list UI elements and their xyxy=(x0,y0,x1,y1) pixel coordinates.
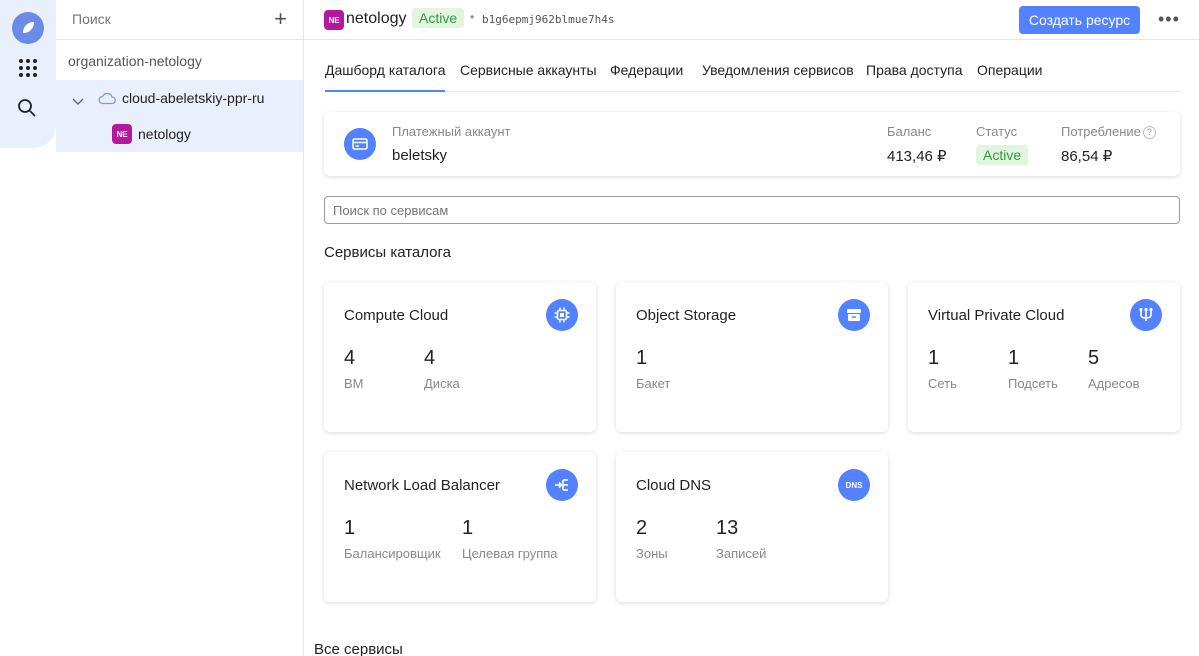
folder-id[interactable]: b1g6epmj962blmue7h4s xyxy=(482,13,614,26)
tab-bar: Дашборд каталога Сервисные аккаунты Феде… xyxy=(324,40,1180,92)
stat-vm: 4 ВМ xyxy=(344,347,364,391)
stat-target-groups: 1 Целевая группа xyxy=(462,517,558,561)
chevron-down-icon[interactable] xyxy=(72,93,84,111)
tab-service-notifications[interactable]: Уведомления сервисов xyxy=(702,62,854,78)
card-title: Cloud DNS xyxy=(636,477,712,494)
apps-grid-icon[interactable] xyxy=(19,59,37,77)
credit-card-icon xyxy=(344,128,376,160)
card-title: Network Load Balancer xyxy=(344,477,500,494)
tab-operations[interactable]: Операции xyxy=(977,62,1043,78)
cloud-name: cloud-abeletskiy-ppr-ru xyxy=(122,90,265,106)
help-icon[interactable]: ? xyxy=(1142,126,1156,139)
app-root: + organization-netology cloud-abeletskiy… xyxy=(0,0,1199,656)
stat-records: 13 Записей xyxy=(716,517,767,561)
folder-badge: NE xyxy=(112,124,132,144)
service-card-load-balancer[interactable]: Network Load Balancer 1 Балансировщик 1 Це… xyxy=(324,452,596,602)
service-card-object-storage[interactable]: Object Storage 1 Бакет xyxy=(616,282,888,432)
top-bar: NE netology Active • b1g6epmj962blmue7h4… xyxy=(304,0,1199,40)
balancer-icon xyxy=(546,469,578,501)
organization-label[interactable]: organization-netology xyxy=(68,53,202,69)
tree-item-folder[interactable]: NE netology xyxy=(56,116,303,152)
card-title: Object Storage xyxy=(636,307,737,324)
billing-card[interactable]: Платежный аккаунт beletsky Баланс 413,46… xyxy=(324,112,1180,176)
stat-addresses: 5 Адресов xyxy=(1088,347,1140,391)
tab-service-accounts[interactable]: Сервисные аккаунты xyxy=(460,62,597,78)
more-icon[interactable]: ••• xyxy=(1158,9,1180,30)
compute-icon xyxy=(546,299,578,331)
tab-federations[interactable]: Федерации xyxy=(610,62,683,78)
all-services-heading: Все сервисы xyxy=(314,641,403,656)
consumption-value: 86,54 ₽ xyxy=(1061,148,1113,165)
tab-access-rights[interactable]: Права доступа xyxy=(866,62,962,78)
add-icon[interactable]: + xyxy=(274,8,287,30)
service-card-compute[interactable]: Compute Cloud 4 ВМ 4 Диска xyxy=(324,282,596,432)
logo-icon[interactable] xyxy=(12,12,44,44)
search-icon[interactable] xyxy=(17,98,37,123)
main-content: NE netology Active • b1g6epmj962blmue7h4… xyxy=(304,0,1199,656)
balance-value: 413,46 ₽ xyxy=(887,148,947,165)
service-search-input[interactable] xyxy=(324,196,1180,224)
service-card-vpc[interactable]: Virtual Private Cloud 1 Сеть 1 Подсеть 5 Ад… xyxy=(908,282,1180,432)
folder-title: netology xyxy=(346,10,407,27)
status-badge: Active xyxy=(412,8,465,28)
left-rail xyxy=(0,0,56,656)
tab-dashboard[interactable]: Дашборд каталога xyxy=(325,62,446,92)
billing-account-label: Платежный аккаунт xyxy=(392,124,511,139)
network-icon xyxy=(1130,299,1162,331)
service-card-cloud-dns[interactable]: Cloud DNS DNS 2 Зоны 13 Записей xyxy=(616,452,888,602)
stat-disks: 4 Диска xyxy=(424,347,460,391)
billing-status-label: Статус xyxy=(976,124,1018,139)
stat-buckets: 1 Бакет xyxy=(636,347,671,391)
storage-icon xyxy=(838,299,870,331)
stat-zones: 2 Зоны xyxy=(636,517,668,561)
billing-status-badge: Active xyxy=(976,145,1029,165)
separator-dot: • xyxy=(470,10,475,24)
cloud-icon xyxy=(98,91,116,110)
tree-item-cloud[interactable]: cloud-abeletskiy-ppr-ru xyxy=(56,80,303,116)
card-title: Compute Cloud xyxy=(344,307,449,324)
card-title: Virtual Private Cloud xyxy=(928,307,1065,324)
balance-label: Баланс xyxy=(887,124,932,139)
billing-account-name[interactable]: beletsky xyxy=(392,147,447,164)
folder-badge: NE xyxy=(324,10,344,30)
dns-icon: DNS xyxy=(838,469,870,501)
consumption-label: Потребление? xyxy=(1061,124,1156,139)
section-title: Сервисы каталога xyxy=(324,244,452,261)
folder-name: netology xyxy=(138,126,191,142)
tree-search-bar: + xyxy=(56,0,303,40)
tree-search-input[interactable] xyxy=(72,11,252,27)
stat-balancers: 1 Балансировщик xyxy=(344,517,441,561)
resource-tree-panel: + organization-netology cloud-abeletskiy… xyxy=(56,0,304,656)
create-resource-button[interactable]: Создать ресурс xyxy=(1019,6,1140,34)
stat-subnets: 1 Подсеть xyxy=(1008,347,1058,391)
stat-networks: 1 Сеть xyxy=(928,347,957,391)
